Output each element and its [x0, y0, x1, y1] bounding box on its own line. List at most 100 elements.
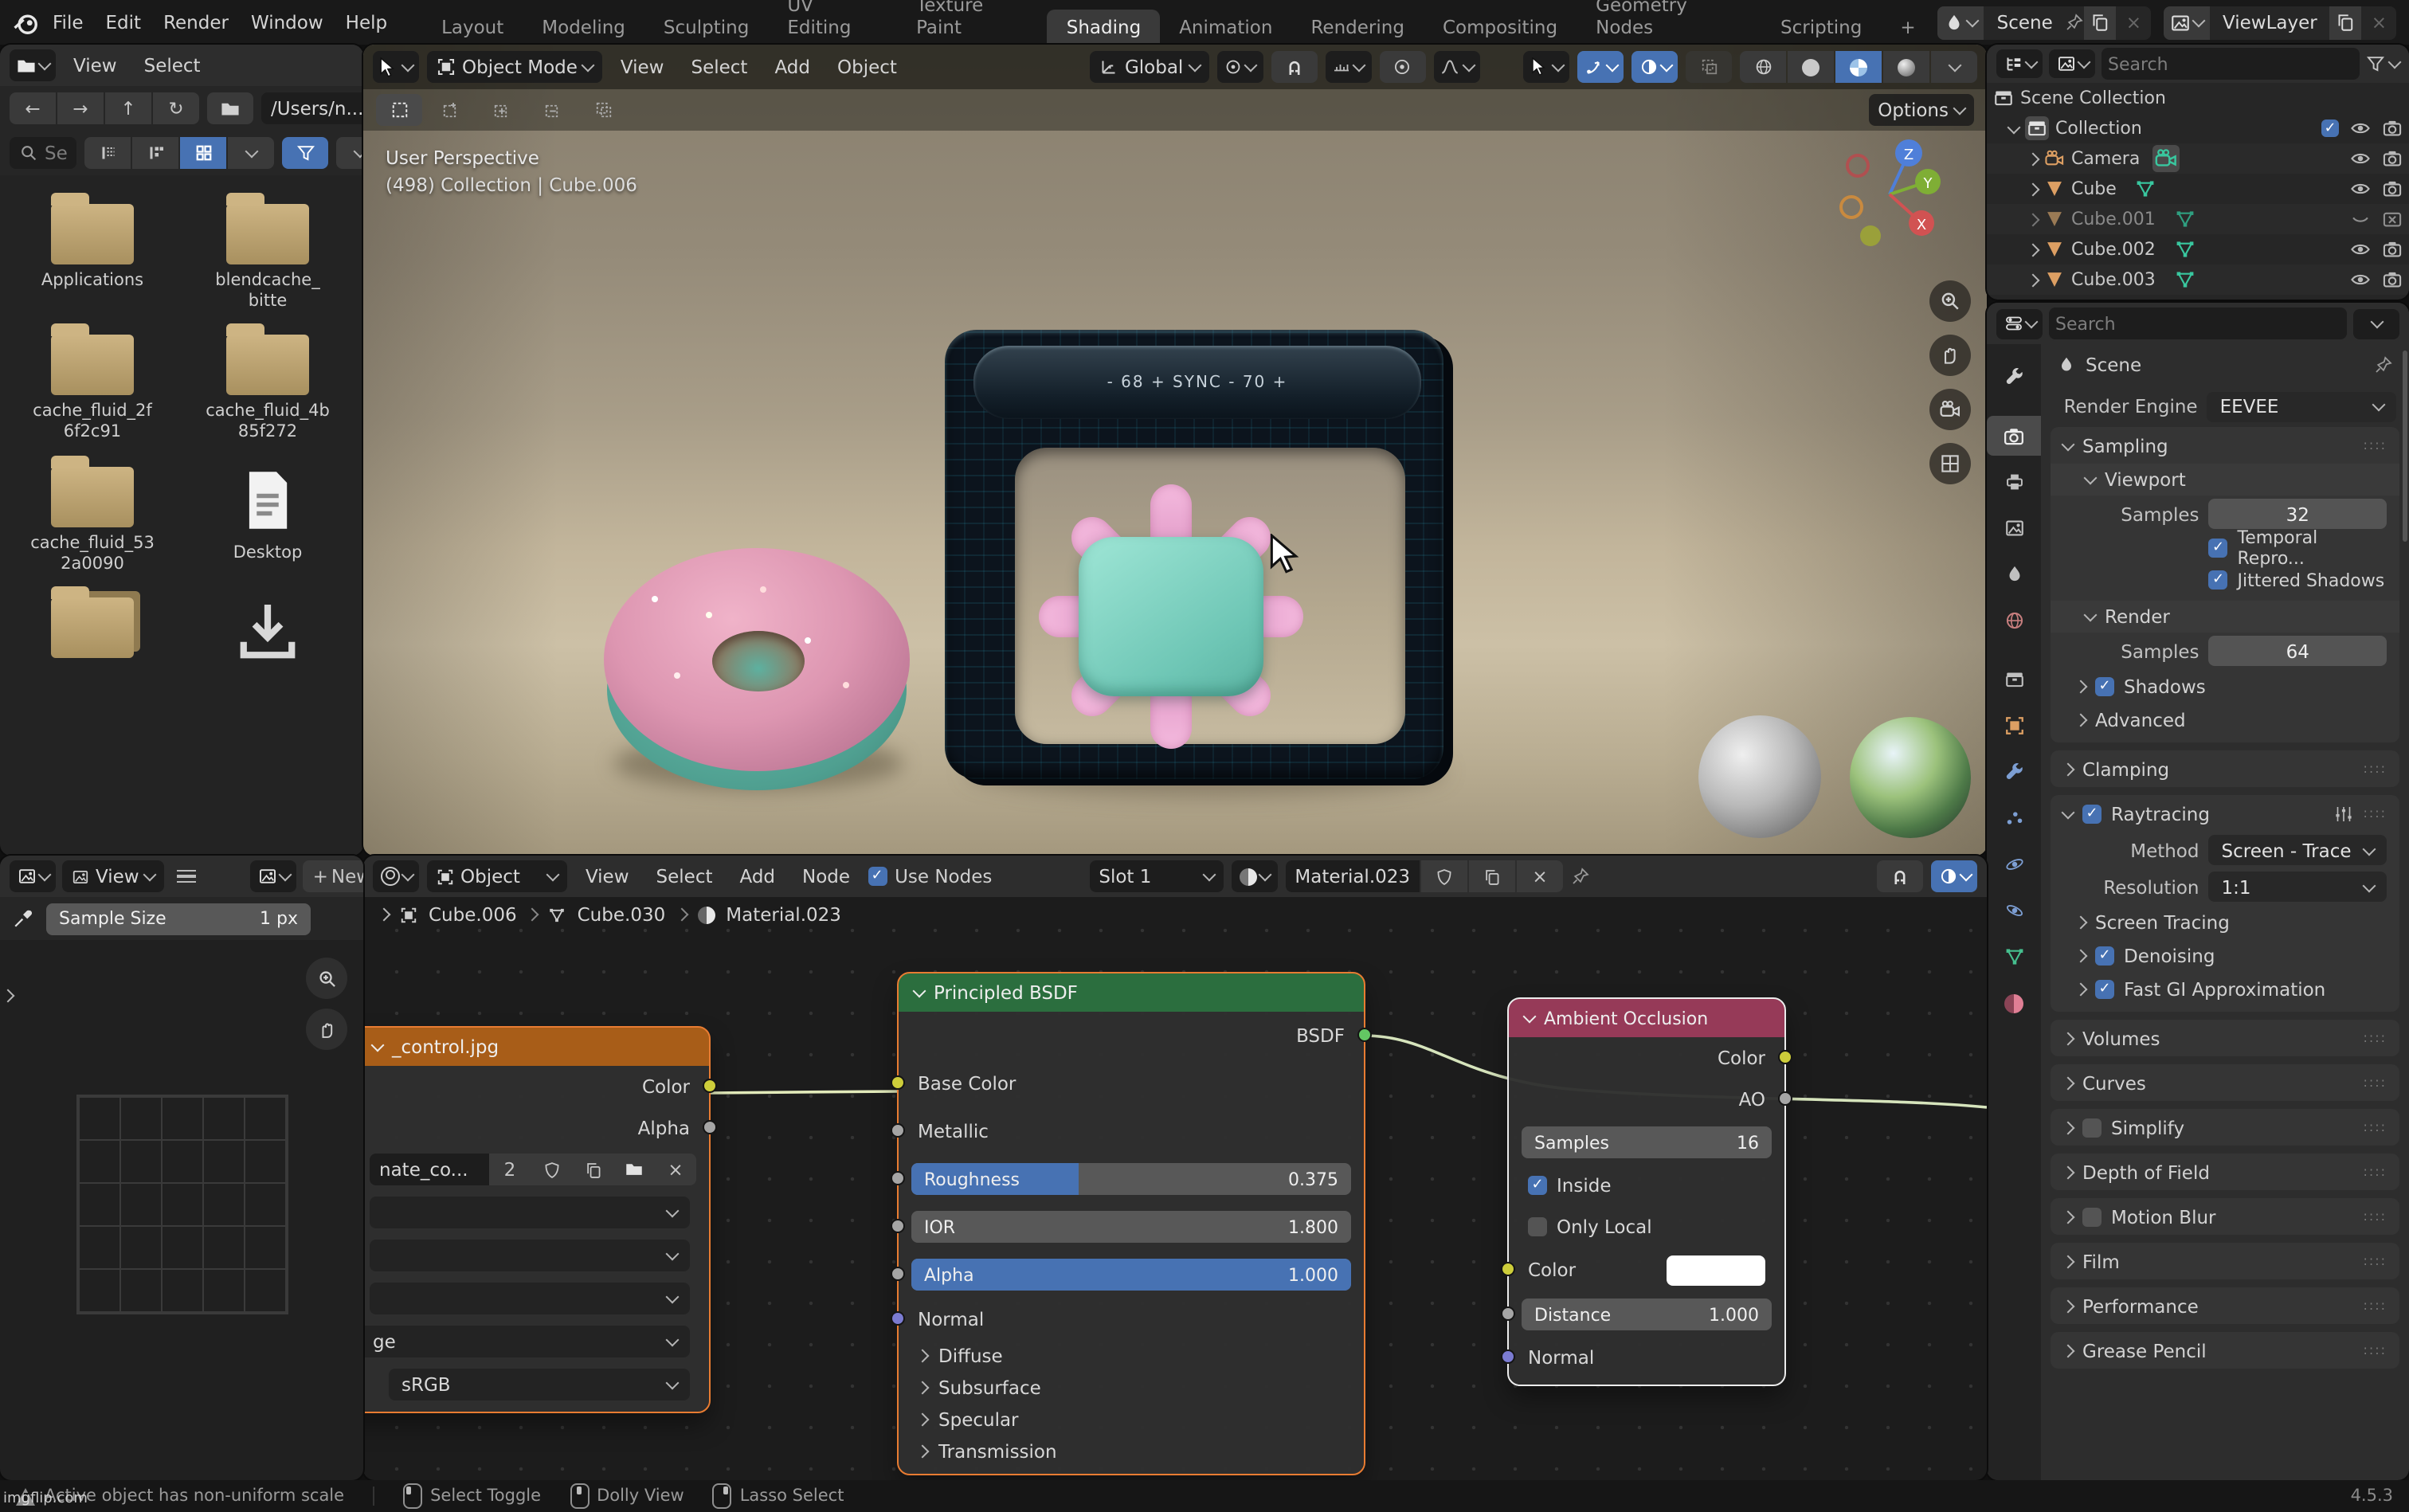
eyedropper-icon[interactable]: [13, 908, 33, 929]
add-menu[interactable]: Add: [765, 54, 820, 80]
select-box-tool[interactable]: [376, 94, 422, 126]
gizmos-toggle[interactable]: [1577, 51, 1624, 83]
viewlayer-icon[interactable]: [2164, 6, 2210, 39]
panel-raytracing-header[interactable]: ✓Raytracing ::::: [2051, 795, 2399, 832]
new-image-button[interactable]: + New: [304, 860, 363, 892]
panel-open-arrow[interactable]: [3, 983, 13, 1005]
shader-editor[interactable]: _control.jpg Color Alpha nate_co... 2 × …: [363, 856, 1987, 1480]
expand-icon[interactable]: [2027, 213, 2040, 226]
bsdf-output-socket[interactable]: [1357, 1028, 1372, 1042]
tab-material[interactable]: [1987, 983, 2041, 1023]
shader-menu-select[interactable]: Select: [647, 864, 723, 889]
shadows-label[interactable]: Shadows: [2124, 675, 2206, 697]
object-menu[interactable]: Object: [828, 54, 907, 80]
select-menu[interactable]: Select: [682, 54, 758, 80]
image-name-field[interactable]: nate_co...: [370, 1154, 489, 1185]
ambient-occlusion-node[interactable]: Ambient Occlusion Color AO Samples16 ✓In…: [1509, 999, 1784, 1385]
select-mode-extend[interactable]: [478, 94, 524, 126]
options-dropdown[interactable]: Options: [1868, 94, 1974, 126]
outliner-display-mode-dropdown[interactable]: [2049, 49, 2095, 78]
tab-tool[interactable]: [1987, 357, 2041, 397]
overlays-toggle[interactable]: [1631, 51, 1678, 83]
outliner-row-cube-002[interactable]: Cube.002: [1987, 234, 2409, 264]
color-output-socket[interactable]: [703, 1079, 717, 1093]
select-mode-subtract[interactable]: [529, 94, 575, 126]
pivot-point-dropdown[interactable]: [1216, 51, 1263, 83]
tool-fallback-dropdown[interactable]: [373, 51, 419, 83]
outliner-row-collection[interactable]: Collection ✓: [1987, 113, 2409, 143]
base-color-row[interactable]: Base Color: [899, 1060, 1364, 1107]
sample-size-slider[interactable]: Sample Size1 px: [46, 903, 311, 934]
ao-inside-row[interactable]: ✓Inside: [1509, 1165, 1784, 1206]
file-item[interactable]: cache_fluid_4b85f272: [191, 316, 344, 445]
new-viewlayer-button[interactable]: [2330, 6, 2362, 39]
outliner-row-cube-003[interactable]: Cube.003: [1987, 264, 2409, 295]
display-settings-dropdown[interactable]: [229, 137, 275, 169]
image-node-header[interactable]: _control.jpg: [363, 1028, 709, 1066]
pin-icon[interactable]: [2066, 13, 2085, 32]
expand-icon[interactable]: [2007, 120, 2021, 134]
editor-type-file-browser[interactable]: [10, 49, 56, 81]
render-disabled-icon[interactable]: [2382, 209, 2403, 229]
select-mode-intersect[interactable]: [580, 94, 626, 126]
inside-checkbox[interactable]: ✓: [1528, 1176, 1547, 1195]
breadcrumb-object[interactable]: Cube.006: [429, 903, 517, 926]
properties-options-dropdown[interactable]: [2353, 308, 2399, 339]
denoising-checkbox[interactable]: ✓: [2095, 946, 2114, 965]
material-browse-dropdown[interactable]: [1231, 860, 1277, 892]
panel-sampling-header[interactable]: Sampling::::: [2051, 427, 2399, 464]
subsurface-section[interactable]: Subsurface: [899, 1372, 1364, 1404]
file-item[interactable]: Applications: [16, 185, 169, 313]
display-thumbnails-button[interactable]: [181, 137, 227, 169]
breadcrumb-mesh[interactable]: Cube.030: [578, 903, 666, 926]
outliner-filter-dropdown[interactable]: [2366, 54, 2399, 73]
viewport-samples-field[interactable]: 32: [2209, 499, 2387, 529]
open-image-button[interactable]: [613, 1154, 655, 1185]
base-color-input-socket[interactable]: [891, 1075, 905, 1090]
breadcrumb[interactable]: Scene: [2086, 354, 2141, 376]
tab-world[interactable]: [1987, 601, 2041, 640]
panel-motion-blur[interactable]: Motion Blur::::: [2051, 1198, 2399, 1235]
create-directory-button[interactable]: [207, 92, 253, 124]
normal-input-socket[interactable]: [891, 1311, 905, 1326]
hamburger-menu-icon[interactable]: [171, 870, 203, 883]
render-samples-field[interactable]: 64: [2209, 636, 2387, 666]
file-item[interactable]: [16, 578, 169, 668]
principled-header[interactable]: Principled BSDF: [899, 973, 1364, 1012]
alpha-input-socket[interactable]: [891, 1267, 905, 1281]
ao-color-output-socket[interactable]: [1778, 1050, 1792, 1064]
editor-type-outliner[interactable]: [1996, 49, 2043, 78]
nav-up-button[interactable]: ↑: [105, 92, 151, 124]
outliner-row-scene-collection[interactable]: Scene Collection: [1987, 83, 2409, 113]
file-item[interactable]: blendcache_bitte: [191, 185, 344, 313]
editor-type-image[interactable]: [10, 860, 56, 892]
projection-dropdown[interactable]: [363, 1233, 709, 1276]
perspective-toggle-button[interactable]: [1929, 443, 1971, 484]
pin-icon[interactable]: [2374, 355, 2393, 374]
new-scene-button[interactable]: [2085, 6, 2117, 39]
transform-orientation-dropdown[interactable]: Global: [1090, 51, 1208, 83]
ao-color-input-row[interactable]: Color: [1509, 1248, 1784, 1292]
tab-scripting[interactable]: Scripting: [1761, 10, 1881, 45]
remove-viewlayer-button[interactable]: ×: [2362, 11, 2396, 33]
menu-file[interactable]: File: [43, 10, 93, 35]
display-vertical-list-button[interactable]: [85, 137, 131, 169]
tab-layout[interactable]: Layout: [422, 10, 523, 45]
tab-geometry-nodes[interactable]: Geometry Nodes: [1577, 0, 1761, 45]
resolution-dropdown[interactable]: 1:1: [2209, 872, 2387, 902]
expand-icon[interactable]: [2027, 152, 2040, 166]
shader-type-dropdown[interactable]: Object: [427, 860, 568, 892]
viewlayer-name[interactable]: ViewLayer: [2210, 11, 2330, 33]
unlink-image-button[interactable]: ×: [655, 1154, 696, 1185]
image-pan-button[interactable]: [306, 1009, 347, 1050]
shading-dropdown[interactable]: [1931, 51, 1977, 83]
colorspace-dropdown[interactable]: sRGB: [363, 1362, 709, 1412]
select-mode-new[interactable]: [427, 94, 473, 126]
outliner-row-cube-001[interactable]: Cube.001: [1987, 204, 2409, 234]
file-menu-select[interactable]: Select: [135, 53, 210, 78]
viewport-3d[interactable]: - 68 + SYNC - 70 +: [363, 45, 1987, 856]
tab-rendering[interactable]: Rendering: [1291, 10, 1423, 45]
shader-menu-node[interactable]: Node: [793, 864, 860, 889]
pin-icon[interactable]: [1571, 867, 1590, 886]
tab-constraints[interactable]: [1987, 891, 2041, 930]
